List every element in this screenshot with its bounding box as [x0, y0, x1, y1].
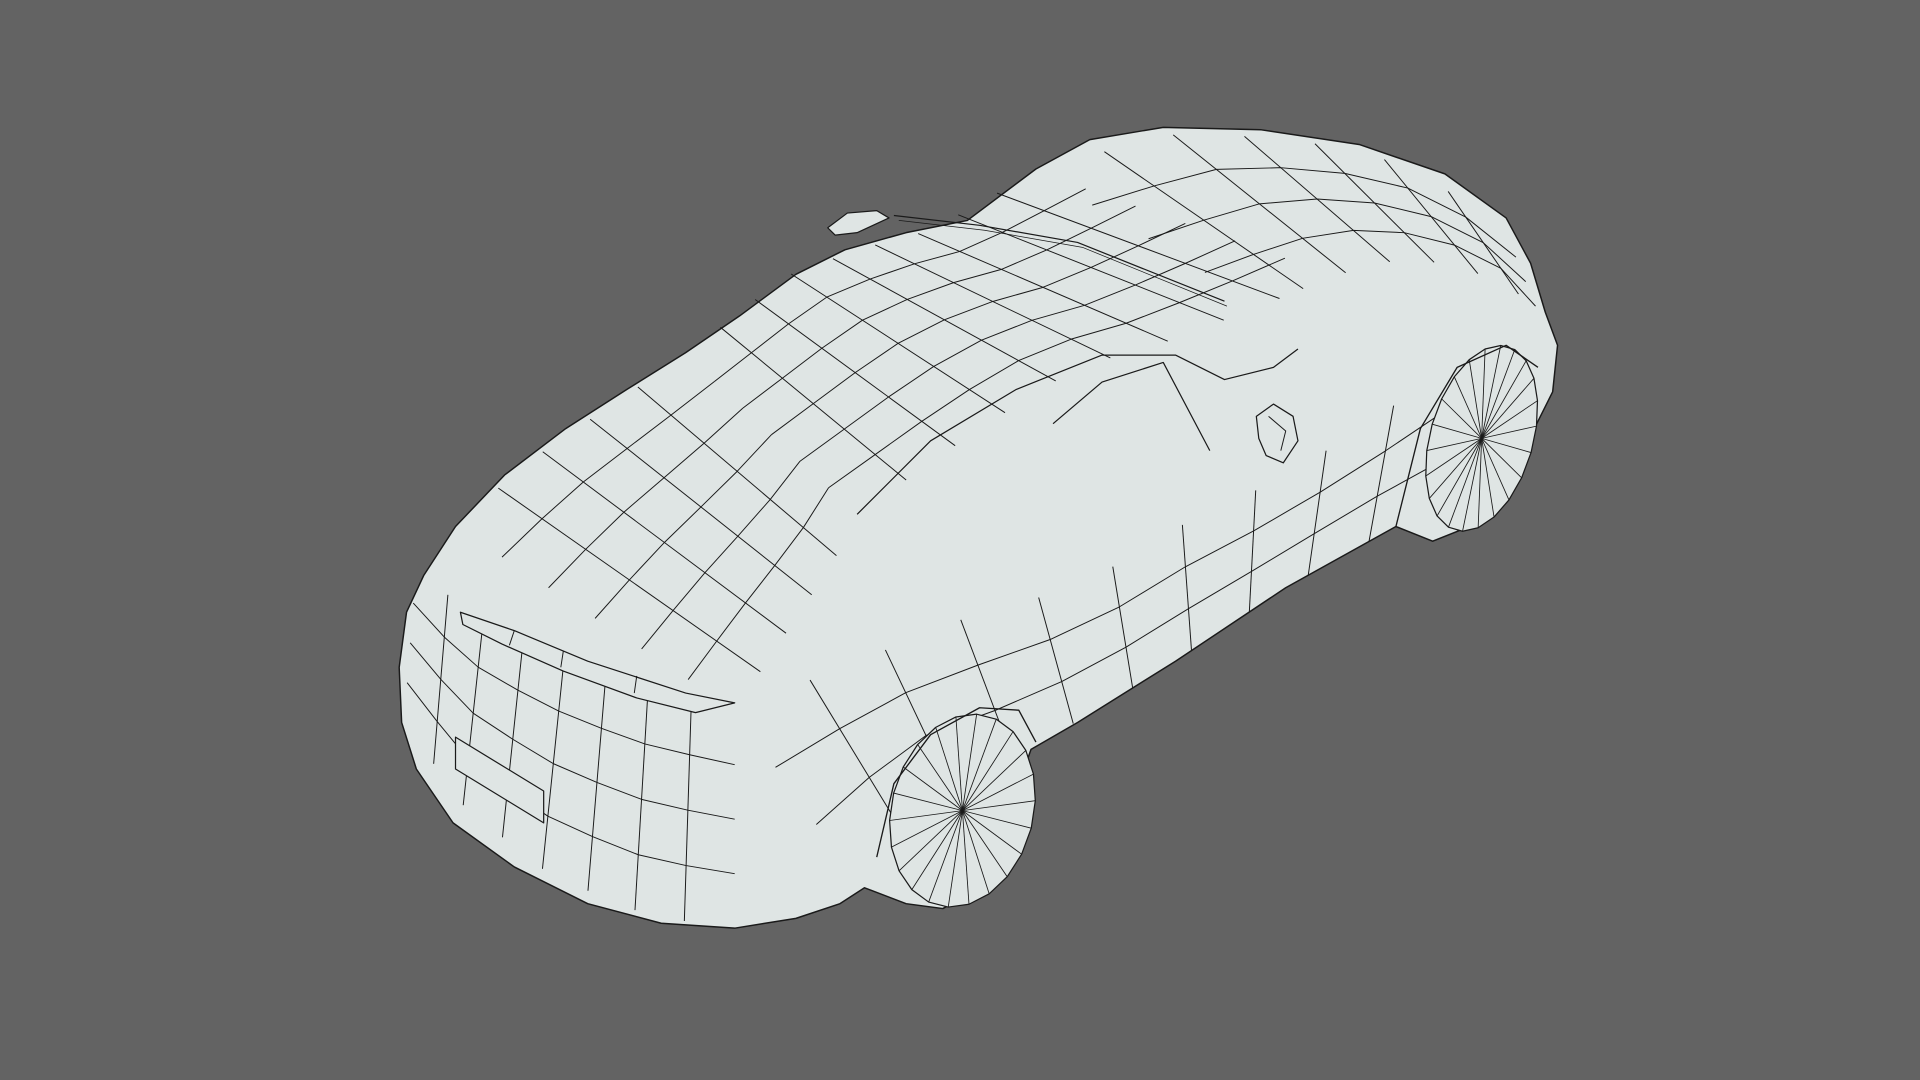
car-mesh-wireframe — [398, 126, 1559, 929]
3d-viewport[interactable] — [0, 0, 1920, 1080]
antenna-fin — [827, 210, 890, 236]
